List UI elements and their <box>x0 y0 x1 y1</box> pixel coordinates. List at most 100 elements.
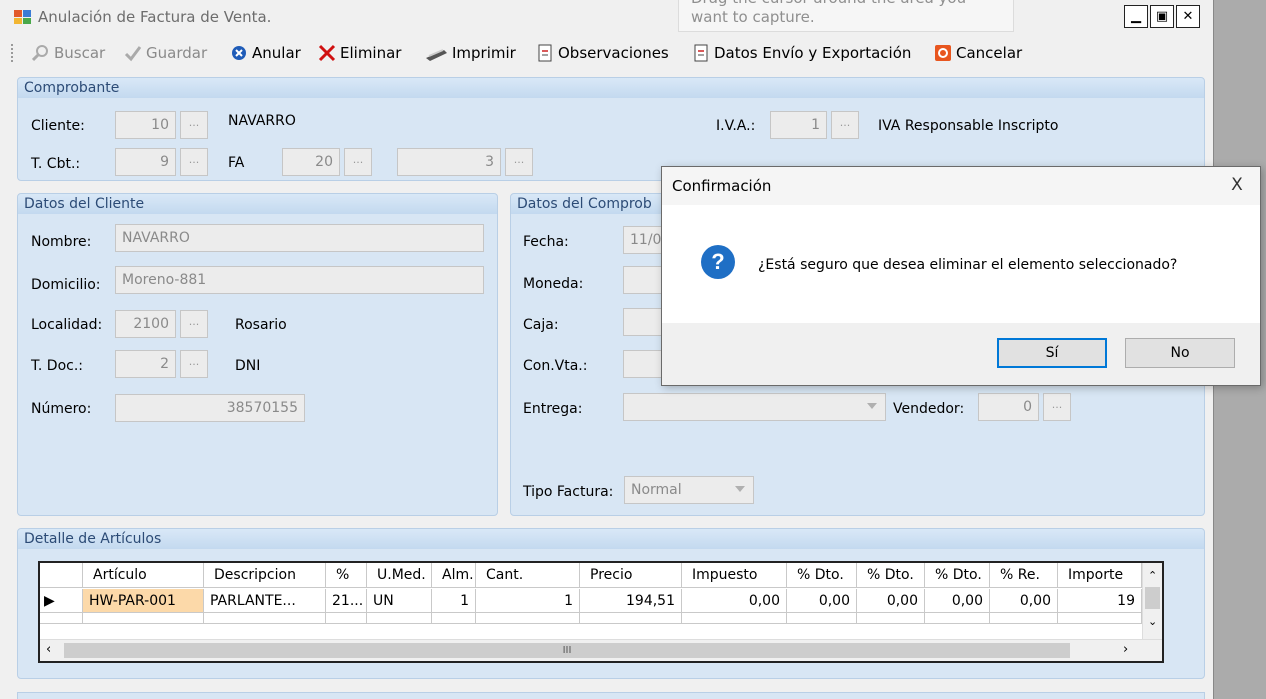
app-icon <box>14 10 31 24</box>
iva-lookup-button[interactable]: ... <box>831 111 859 139</box>
empty-row-cell <box>476 613 580 624</box>
window-title: Anulación de Factura de Venta. <box>38 8 272 26</box>
tcbt-label: T. Cbt.: <box>31 156 81 172</box>
chevron-right-icon[interactable]: › <box>1123 642 1128 657</box>
toolbar-grip[interactable] <box>11 44 14 62</box>
table-cell[interactable]: 1 <box>476 589 580 613</box>
vertical-scroll-thumb[interactable] <box>1145 587 1160 609</box>
domicilio-field[interactable]: Moreno-881 <box>115 266 484 294</box>
close-window-button[interactable]: ✕ <box>1176 5 1200 28</box>
empty-row-cell <box>326 613 367 624</box>
tcbt-lookup-button[interactable]: ... <box>180 148 208 176</box>
title-bar: Anulación de Factura de Venta. Drag the … <box>0 0 1213 34</box>
articulos-grid[interactable]: Artículo Descripcion % U.Med. Alm. Cant.… <box>38 561 1164 663</box>
yes-button[interactable]: Sí <box>997 338 1107 368</box>
table-cell[interactable]: 19 <box>1058 589 1142 613</box>
vendedor-lookup-button[interactable]: ... <box>1043 393 1071 421</box>
buscar-label: Buscar <box>54 44 106 62</box>
empty-row-cell <box>367 613 432 624</box>
dialog-message: ¿Está seguro que desea eliminar el eleme… <box>758 257 1178 273</box>
datos-envio-label: Datos Envío y Exportación <box>714 44 912 62</box>
minimize-icon: ▁ <box>1131 9 1141 24</box>
column-header[interactable]: Importe <box>1058 563 1142 588</box>
column-header[interactable]: Cant. <box>476 563 580 588</box>
tipo-factura-select[interactable]: Normal <box>624 476 754 504</box>
iva-code-field[interactable]: 1 <box>770 111 827 139</box>
column-header[interactable]: % Re. <box>990 563 1058 588</box>
column-header[interactable]: Descripcion <box>204 563 326 588</box>
numero-documento-field[interactable]: 38570155 <box>115 394 305 422</box>
eliminar-button[interactable]: Eliminar <box>318 42 401 64</box>
numero-lookup-button[interactable]: ... <box>505 148 533 176</box>
search-icon <box>32 45 48 62</box>
domicilio-label: Domicilio: <box>31 277 101 293</box>
table-cell[interactable]: PARLANTE... <box>204 589 326 613</box>
horizontal-scroll-thumb[interactable]: III <box>64 643 1070 658</box>
column-header[interactable]: Artículo <box>83 563 204 588</box>
column-header[interactable]: % Dto. <box>787 563 857 588</box>
table-cell[interactable]: 21... <box>326 589 367 613</box>
cliente-lookup-button[interactable]: ... <box>180 111 208 139</box>
maximize-button[interactable]: ▣ <box>1150 5 1174 28</box>
cancelar-button[interactable]: Cancelar <box>934 42 1022 64</box>
localidad-lookup-button[interactable]: ... <box>180 310 208 338</box>
table-cell[interactable]: 0,00 <box>857 589 925 613</box>
column-header[interactable]: % Dto. <box>857 563 925 588</box>
table-cell[interactable]: 0,00 <box>682 589 787 613</box>
detalle-header: Detalle de Artículos <box>18 529 1204 549</box>
no-button[interactable]: No <box>1125 338 1235 368</box>
dialog-close-button[interactable]: X <box>1214 167 1260 205</box>
iva-label: I.V.A.: <box>716 118 756 134</box>
capture-hint-tooltip: Drag the cursor around the area you want… <box>678 0 1014 32</box>
minimize-button[interactable]: ▁ <box>1124 5 1148 28</box>
localidad-code-field[interactable]: 2100 <box>115 310 176 338</box>
guardar-button[interactable]: Guardar <box>124 42 207 64</box>
table-cell[interactable]: UN <box>367 589 432 613</box>
anular-label: Anular <box>252 44 301 62</box>
chevron-up-icon[interactable]: ⌃ <box>1148 569 1157 582</box>
empty-row-cell <box>682 613 787 624</box>
vertical-scrollbar[interactable]: ⌃ ⌄ <box>1142 563 1162 639</box>
vendedor-code-field[interactable]: 0 <box>978 393 1039 421</box>
entrega-select[interactable] <box>623 393 886 421</box>
numero-comprobante-field[interactable]: 3 <box>397 148 501 176</box>
datos-envio-button[interactable]: Datos Envío y Exportación <box>692 42 911 64</box>
buscar-button[interactable]: Buscar <box>32 42 105 64</box>
tdoc-code-field[interactable]: 2 <box>115 350 176 378</box>
column-header[interactable]: % Dto. <box>925 563 990 588</box>
cliente-code-field[interactable]: 10 <box>115 111 176 139</box>
horizontal-scrollbar[interactable]: ‹ III › <box>40 639 1162 661</box>
column-header[interactable]: Precio <box>580 563 682 588</box>
chevron-left-icon[interactable]: ‹ <box>46 642 51 657</box>
tcbt-code-field[interactable]: 9 <box>115 148 176 176</box>
table-cell[interactable]: 0,00 <box>990 589 1058 613</box>
empty-row-cell <box>990 613 1058 624</box>
printer-icon <box>426 49 447 61</box>
punto-venta-lookup-button[interactable]: ... <box>344 148 372 176</box>
delete-x-icon <box>318 44 336 62</box>
chevron-down-icon[interactable]: ⌄ <box>1148 615 1157 628</box>
table-cell[interactable]: HW-PAR-001 <box>83 589 204 613</box>
empty-row-cell <box>204 613 326 624</box>
observaciones-button[interactable]: Observaciones <box>536 42 669 64</box>
fecha-label: Fecha: <box>523 234 569 250</box>
table-cell[interactable]: 0,00 <box>925 589 990 613</box>
column-header[interactable]: Alm. <box>432 563 476 588</box>
column-header[interactable]: Impuesto <box>682 563 787 588</box>
column-header[interactable]: % <box>326 563 367 588</box>
numero-label: Número: <box>31 401 92 417</box>
table-cell[interactable]: 0,00 <box>787 589 857 613</box>
iva-name: IVA Responsable Inscripto <box>878 118 1059 134</box>
tdoc-lookup-button[interactable]: ... <box>180 350 208 378</box>
row-selector[interactable]: ▶ <box>40 589 83 613</box>
maximize-icon: ▣ <box>1155 9 1169 24</box>
table-cell[interactable]: 1 <box>432 589 476 613</box>
empty-row-cell <box>83 613 204 624</box>
empty-row-cell <box>787 613 857 624</box>
imprimir-button[interactable]: Imprimir <box>424 42 516 64</box>
punto-venta-field[interactable]: 20 <box>282 148 340 176</box>
table-cell[interactable]: 194,51 <box>580 589 682 613</box>
column-header[interactable]: U.Med. <box>367 563 432 588</box>
nombre-field[interactable]: NAVARRO <box>115 224 484 252</box>
anular-button[interactable]: Anular <box>230 42 301 64</box>
